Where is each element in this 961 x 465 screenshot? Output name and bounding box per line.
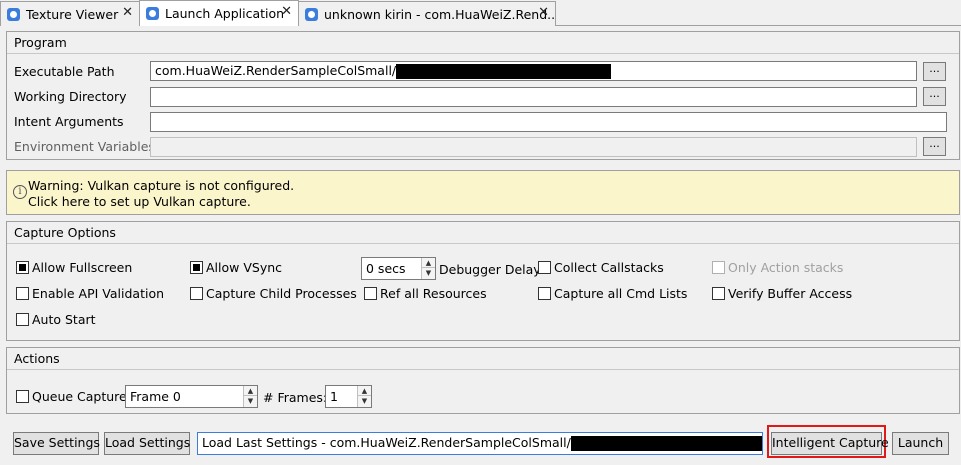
intelligent-capture-button[interactable]: Intelligent Capture — [771, 432, 889, 455]
load-last-settings-button[interactable]: Load Last Settings - com.HuaWeiZ.RenderS… — [197, 432, 763, 455]
capture-child-processes-checkbox[interactable]: Capture Child Processes — [190, 286, 357, 301]
divider — [7, 53, 959, 54]
chevron-down-icon[interactable]: ▼ — [358, 396, 371, 406]
tab-label: Texture Viewer — [26, 6, 119, 22]
close-icon[interactable]: ✕ — [122, 5, 133, 20]
chevron-up-icon[interactable]: ▲ — [244, 386, 257, 396]
checkbox-box — [538, 261, 551, 274]
debugger-delay-label: Debugger Delay — [439, 262, 541, 277]
collect-callstacks-checkbox[interactable]: Collect Callstacks — [538, 260, 664, 275]
tab-capture[interactable]: unknown kirin - com.HuaWeiZ.Rend... ✕ — [298, 1, 556, 26]
capture-all-cmd-lists-checkbox[interactable]: Capture all Cmd Lists — [538, 286, 687, 301]
checkbox-box — [364, 287, 377, 300]
browse-environment-button[interactable]: ... — [923, 137, 946, 156]
environment-variables-label: Environment Variables — [14, 139, 155, 154]
checkbox-box — [190, 287, 203, 300]
tab-label: Launch Application — [165, 6, 285, 21]
program-group: Program Executable Path com.HuaWeiZ.Rend… — [6, 31, 960, 160]
tab-label: unknown kirin - com.HuaWeiZ.Rend... — [324, 6, 556, 22]
checkbox-box — [16, 313, 29, 326]
group-title: Program — [14, 35, 67, 50]
renderdoc-icon — [305, 7, 318, 21]
environment-variables-input[interactable] — [150, 137, 917, 157]
working-directory-input[interactable] — [150, 87, 917, 107]
queue-capture-checkbox[interactable]: Queue Capture — [16, 389, 127, 404]
executable-path-label: Executable Path — [14, 64, 115, 79]
group-title: Actions — [14, 351, 60, 366]
allow-fullscreen-checkbox[interactable]: Allow Fullscreen — [16, 260, 132, 275]
redacted-block — [570, 436, 762, 451]
spin-arrows[interactable]: ▲ ▼ — [357, 386, 371, 407]
browse-executable-button[interactable]: ... — [923, 62, 946, 81]
checkbox-box — [16, 287, 29, 300]
tab-launch-application[interactable]: Launch Application ✕ — [139, 0, 299, 26]
capture-options-group: Capture Options Allow Fullscreen Allow V… — [6, 221, 960, 341]
working-directory-label: Working Directory — [14, 89, 127, 104]
warning-text: Warning: Vulkan capture is not configure… — [28, 178, 295, 193]
debugger-delay-spinbox[interactable]: 0 secs ▲ ▼ — [361, 257, 436, 280]
frames-label: # Frames: — [263, 390, 328, 405]
only-action-stacks-checkbox[interactable]: Only Action stacks — [712, 260, 843, 275]
checkbox-box — [712, 287, 725, 300]
checkbox-box — [712, 261, 725, 274]
auto-start-checkbox[interactable]: Auto Start — [16, 312, 96, 327]
divider — [7, 243, 959, 244]
chevron-up-icon[interactable]: ▲ — [358, 386, 371, 396]
close-icon[interactable]: ✕ — [538, 5, 549, 20]
close-icon[interactable]: ✕ — [281, 4, 292, 19]
ref-all-resources-checkbox[interactable]: Ref all Resources — [364, 286, 487, 301]
browse-working-directory-button[interactable]: ... — [923, 87, 946, 106]
checkbox-box — [190, 261, 203, 274]
checkbox-box — [16, 261, 29, 274]
launch-button[interactable]: Launch — [892, 432, 949, 455]
verify-buffer-access-checkbox[interactable]: Verify Buffer Access — [712, 286, 852, 301]
warning-link[interactable]: Click here to set up Vulkan capture. — [28, 194, 251, 209]
renderdoc-icon — [7, 7, 20, 21]
chevron-down-icon[interactable]: ▼ — [244, 396, 257, 406]
group-title: Capture Options — [14, 225, 116, 240]
save-settings-button[interactable]: Save Settings — [13, 432, 100, 455]
num-frames-spinbox[interactable]: 1 ▲ ▼ — [325, 385, 372, 408]
spin-arrows[interactable]: ▲ ▼ — [243, 386, 257, 407]
executable-path-input[interactable]: com.HuaWeiZ.RenderSampleColSmall/ — [150, 61, 917, 81]
info-icon: i — [13, 185, 27, 199]
chevron-up-icon[interactable]: ▲ — [422, 258, 435, 268]
checkbox-box — [538, 287, 551, 300]
intent-arguments-input[interactable] — [150, 112, 947, 132]
checkbox-box — [16, 390, 29, 403]
vulkan-warning-banner[interactable]: i Warning: Vulkan capture is not configu… — [6, 170, 960, 215]
tab-bar: Texture Viewer ✕ Launch Application ✕ un… — [0, 0, 961, 26]
renderdoc-icon — [146, 7, 159, 20]
redacted-block — [396, 64, 612, 79]
divider — [7, 369, 959, 370]
chevron-down-icon[interactable]: ▼ — [422, 268, 435, 278]
intent-arguments-label: Intent Arguments — [14, 114, 124, 129]
queue-frame-spinbox[interactable]: Frame 0 ▲ ▼ — [125, 385, 258, 408]
allow-vsync-checkbox[interactable]: Allow VSync — [190, 260, 282, 275]
enable-api-validation-checkbox[interactable]: Enable API Validation — [16, 286, 164, 301]
load-settings-button[interactable]: Load Settings — [104, 432, 190, 455]
actions-group: Actions Queue Capture Frame 0 ▲ ▼ # Fram… — [6, 347, 960, 414]
tab-texture-viewer[interactable]: Texture Viewer ✕ — [0, 1, 140, 26]
spin-arrows[interactable]: ▲ ▼ — [421, 258, 435, 279]
